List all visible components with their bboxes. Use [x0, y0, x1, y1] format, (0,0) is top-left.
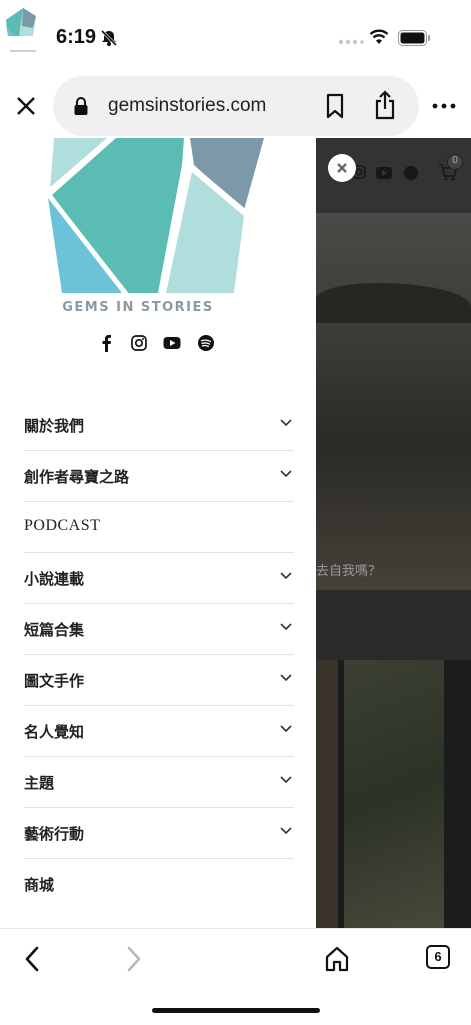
- background-section: [316, 590, 471, 660]
- bookmark-icon[interactable]: [324, 93, 346, 119]
- lock-icon: [74, 97, 88, 115]
- status-bar: 6:19: [0, 0, 471, 76]
- background-hero-photo: [316, 213, 471, 590]
- menu-item-label: PODCAST: [24, 517, 101, 534]
- gem-logo-icon: [6, 8, 36, 52]
- menu-item-illustration-craft[interactable]: 圖文手作: [24, 655, 294, 706]
- main-menu: 關於我們 創作者尋寶之路 PODCAST 小說連載 短篇合集 圖文手作 名人覺知…: [24, 400, 294, 909]
- url-text[interactable]: gemsinstories.com: [108, 95, 266, 117]
- menu-item-label: 短篇合集: [24, 622, 85, 639]
- background-thumbnail: [316, 660, 338, 928]
- menu-item-label: 創作者尋寶之路: [24, 469, 130, 486]
- menu-item-about[interactable]: 關於我們: [24, 400, 294, 451]
- back-icon[interactable]: [22, 945, 42, 973]
- signal-dots-icon: [338, 39, 364, 45]
- menu-item-short-stories[interactable]: 短篇合集: [24, 604, 294, 655]
- gems-in-stories-logo[interactable]: [44, 138, 266, 300]
- home-indicator: [152, 1008, 320, 1013]
- menu-item-art-action[interactable]: 藝術行動: [24, 808, 294, 859]
- battery-icon: [398, 30, 430, 46]
- background-caption: 去自我嗎？: [316, 563, 382, 578]
- spotify-icon: [404, 166, 418, 180]
- close-icon: [337, 163, 347, 173]
- tabs-button[interactable]: 6: [426, 945, 450, 969]
- chevron-down-icon[interactable]: [280, 419, 292, 427]
- chevron-down-icon[interactable]: [280, 623, 292, 631]
- menu-item-celebrity-awareness[interactable]: 名人覺知: [24, 706, 294, 757]
- home-icon[interactable]: [324, 945, 350, 973]
- page-overlay[interactable]: 0 去自我嗎？: [316, 138, 471, 928]
- menu-item-label: 關於我們: [24, 418, 85, 435]
- menu-item-themes[interactable]: 主題: [24, 757, 294, 808]
- cart-count: 0: [452, 155, 458, 166]
- chevron-down-icon[interactable]: [280, 827, 292, 835]
- chevron-down-icon[interactable]: [280, 674, 292, 682]
- chevron-down-icon[interactable]: [280, 725, 292, 733]
- instagram-icon[interactable]: [130, 334, 148, 352]
- menu-item-label: 圖文手作: [24, 673, 85, 690]
- menu-item-label: 藝術行動: [24, 826, 85, 843]
- url-field[interactable]: gemsinstories.com: [53, 76, 419, 136]
- chevron-down-icon[interactable]: [280, 776, 292, 784]
- menu-item-label: 名人覺知: [24, 724, 85, 741]
- bell-muted-icon: [100, 29, 118, 47]
- share-icon[interactable]: [373, 90, 397, 120]
- chevron-down-icon[interactable]: [280, 572, 292, 580]
- youtube-icon: [376, 167, 392, 179]
- facebook-icon[interactable]: [98, 334, 116, 352]
- menu-item-label: 商城: [24, 877, 55, 894]
- menu-item-label: 主題: [24, 775, 55, 792]
- browser-address-bar: gemsinstories.com: [0, 76, 471, 138]
- close-icon[interactable]: [14, 94, 38, 118]
- chevron-down-icon[interactable]: [280, 470, 292, 478]
- youtube-icon[interactable]: [163, 334, 181, 352]
- wifi-icon: [369, 29, 389, 44]
- close-menu-button[interactable]: [328, 154, 356, 182]
- menu-item-label: 小說連載: [24, 571, 85, 588]
- side-drawer-menu: GEMS IN STORIES 關於我們 創作者尋寶之路 PODCAST 小說連…: [0, 138, 316, 928]
- menu-item-podcast[interactable]: PODCAST: [24, 502, 294, 553]
- more-icon[interactable]: [432, 102, 456, 110]
- menu-item-creator-journey[interactable]: 創作者尋寶之路: [24, 451, 294, 502]
- clock-time: 6:19: [56, 26, 97, 48]
- brand-name: GEMS IN STORIES: [62, 300, 214, 315]
- forward-icon[interactable]: [124, 945, 144, 973]
- background-thumbnail: [344, 660, 444, 928]
- menu-item-shop[interactable]: 商城: [24, 859, 294, 909]
- menu-item-serial-novel[interactable]: 小說連載: [24, 553, 294, 604]
- spotify-icon[interactable]: [197, 334, 215, 352]
